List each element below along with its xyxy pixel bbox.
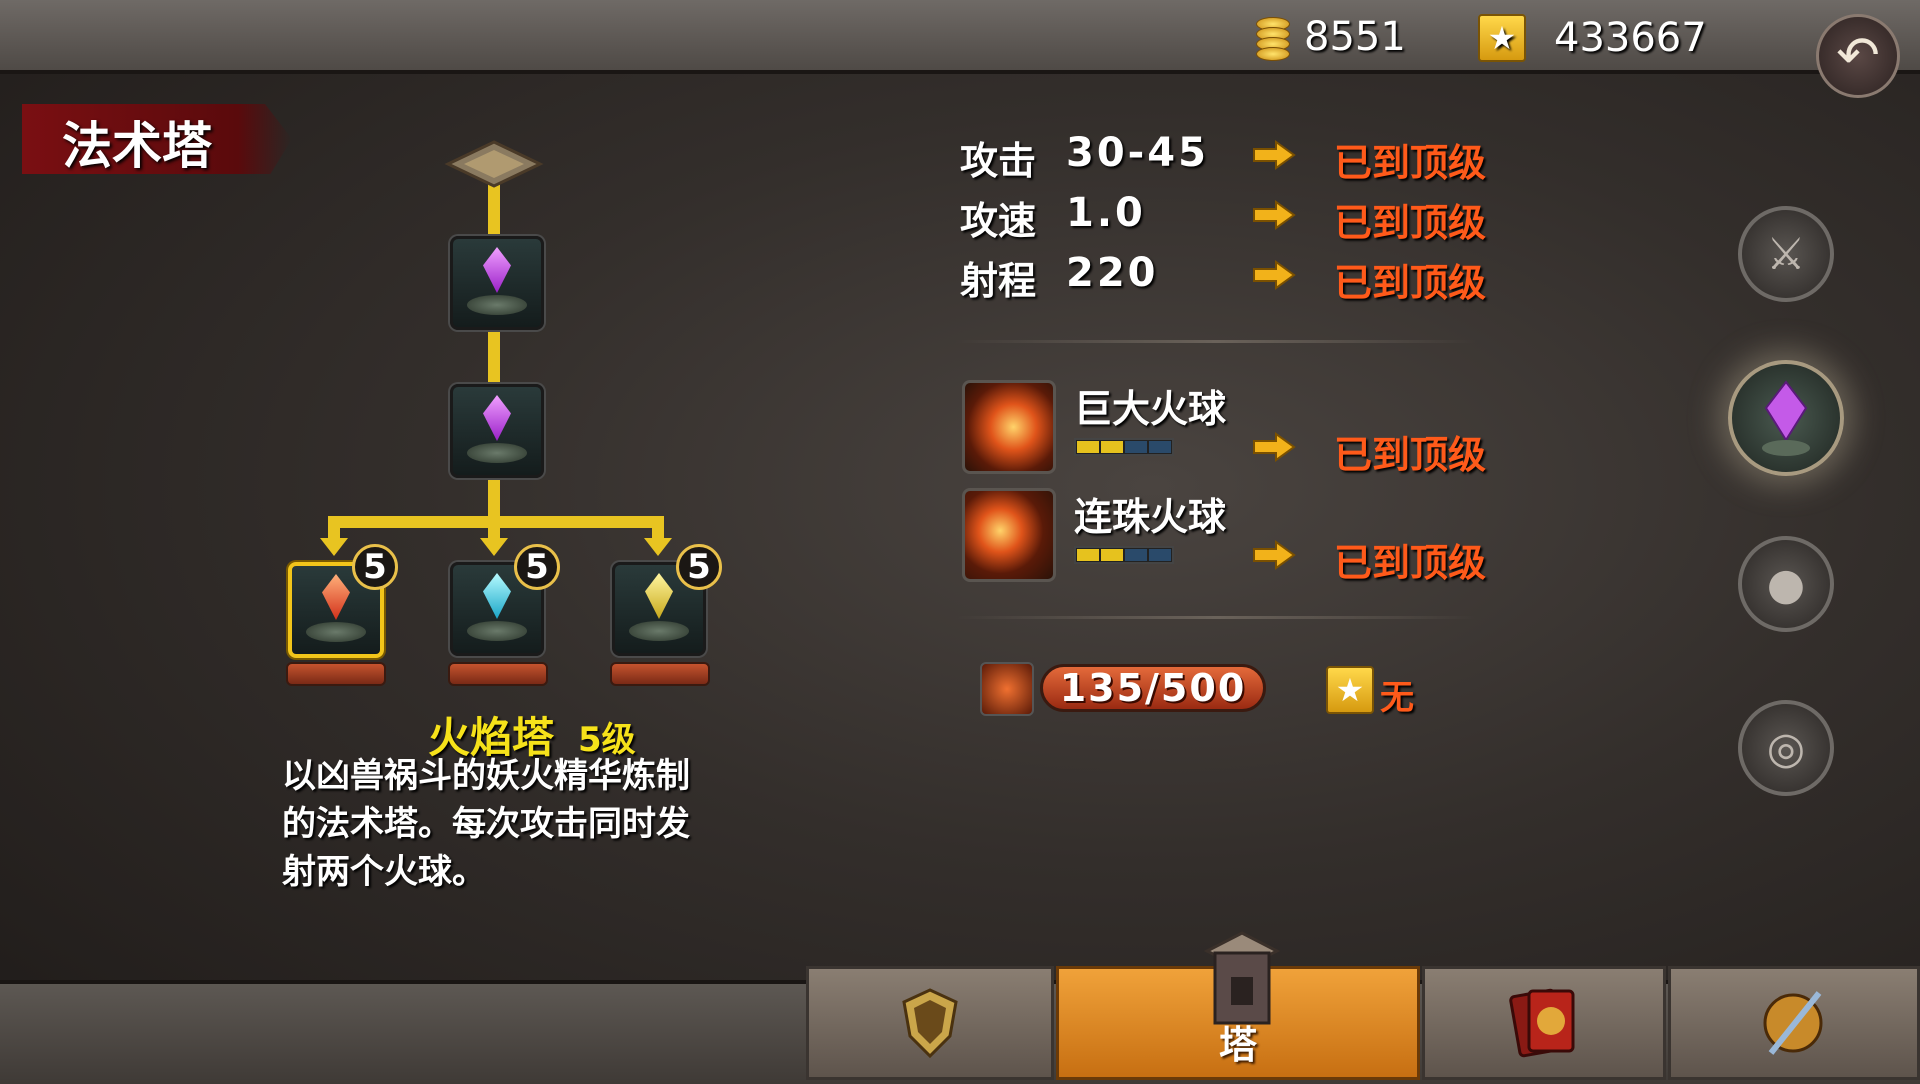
gold-coin-icon — [1254, 15, 1290, 61]
star-icon: ★ — [1326, 666, 1374, 714]
stat-value-speed: 1.0 — [1066, 190, 1146, 236]
level-badge: 5 — [352, 544, 398, 590]
upgrade-arrow-icon — [1253, 260, 1296, 290]
shield-sword-icon — [1763, 991, 1823, 1055]
gold-counter: 8551 — [1254, 14, 1406, 61]
tree-node-arcane-2[interactable] — [450, 384, 544, 478]
skill-name: 巨大火球 — [1074, 387, 1227, 431]
node-progress-bar — [448, 662, 548, 686]
base-tower-icon — [444, 140, 544, 188]
stat-label-attack: 攻击 — [960, 139, 1037, 183]
tab-tower[interactable]: 塔 — [1056, 931, 1420, 1080]
ballista-icon: ⚔ — [1766, 228, 1806, 280]
stat-next-attack: 已到顶级 — [1334, 141, 1487, 185]
side-tab-cannon[interactable]: ● — [1738, 536, 1834, 632]
upgrade-arrow-icon — [1253, 140, 1296, 170]
tab-equipment[interactable] — [1668, 966, 1920, 1080]
chain-fireball-icon[interactable] — [962, 488, 1056, 582]
tab-cards[interactable] — [1422, 966, 1666, 1080]
experience-bar: 135/500 — [1040, 664, 1266, 712]
stat-label-speed: 攻速 — [960, 199, 1037, 243]
tower-description: 以凶兽祸斗的妖火精华炼制的法术塔。每次攻击同时发射两个火球。 — [282, 756, 690, 892]
general-emblem-icon — [902, 988, 958, 1058]
fire-crystal-icon — [322, 574, 350, 620]
giant-fireball-icon[interactable] — [962, 380, 1056, 474]
tree-arrow — [320, 538, 348, 556]
stat-value-range: 220 — [1066, 250, 1159, 296]
node-progress-bar — [610, 662, 710, 686]
skill-name: 连珠火球 — [1074, 495, 1227, 539]
divider — [956, 616, 1476, 619]
star-cost: 无 — [1380, 678, 1414, 718]
upgrade-arrow-icon — [1253, 540, 1296, 570]
tab-general[interactable] — [806, 966, 1054, 1080]
stat-value-attack: 30-45 — [1066, 130, 1209, 176]
stat-next-speed: 已到顶级 — [1334, 201, 1487, 245]
thunder-crystal-icon — [645, 573, 673, 619]
purple-crystal-icon — [483, 247, 511, 293]
fire-tower-exp-icon — [980, 662, 1034, 716]
cards-icon — [1509, 988, 1575, 1058]
side-tab-drum[interactable]: ◎ — [1738, 700, 1834, 796]
skill-level-bar — [1074, 546, 1174, 564]
level-badge: 5 — [676, 544, 722, 590]
side-tab-ballista[interactable]: ⚔ — [1738, 206, 1834, 302]
skill-next: 已到顶级 — [1334, 541, 1487, 585]
skill-next: 已到顶级 — [1334, 433, 1487, 477]
star-icon: ★ — [1478, 14, 1526, 62]
ice-crystal-icon — [483, 573, 511, 619]
back-button[interactable]: ↶ — [1816, 14, 1900, 98]
star-counter: ★ 433667 — [1478, 14, 1707, 62]
stat-label-range: 射程 — [960, 259, 1037, 303]
divider — [956, 340, 1476, 343]
magic-crystal-icon — [1762, 380, 1810, 456]
tree-line — [488, 328, 500, 384]
tree-arrow — [480, 538, 508, 556]
tree-line — [488, 476, 500, 520]
star-amount: 433667 — [1554, 15, 1707, 61]
upgrade-arrow-icon — [1253, 432, 1296, 462]
back-arrow-icon: ↶ — [1836, 26, 1880, 86]
level-badge: 5 — [514, 544, 560, 590]
upgrade-arrow-icon — [1253, 200, 1296, 230]
cannon-icon: ● — [1766, 558, 1806, 610]
gold-amount: 8551 — [1304, 14, 1406, 60]
tree-arrow — [644, 538, 672, 556]
drum-icon: ◎ — [1766, 722, 1806, 774]
tree-node-arcane-1[interactable] — [450, 236, 544, 330]
side-tab-magic[interactable] — [1728, 360, 1844, 476]
tab-tower-label: 塔 — [1218, 1023, 1257, 1067]
stat-next-range: 已到顶级 — [1334, 261, 1487, 305]
page-title: 法术塔 — [62, 117, 212, 175]
purple-crystal-icon — [483, 395, 511, 441]
skill-level-bar — [1074, 438, 1174, 456]
node-progress-bar — [286, 662, 386, 686]
